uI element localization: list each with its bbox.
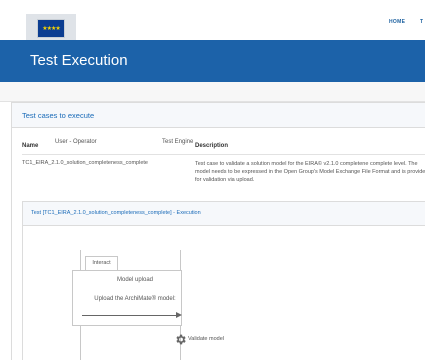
panel-title: Test cases to execute [22, 111, 95, 120]
header-divider [22, 154, 425, 155]
execution-title: Test [TC1_EIRA_2.1.0_solution_completene… [31, 210, 201, 216]
nav-home-link[interactable]: HOME [389, 19, 405, 25]
nav-next-link[interactable]: T [420, 19, 423, 25]
column-header-name: Name [22, 143, 39, 149]
message-arrow [82, 315, 180, 316]
message-model-upload: Model upload [116, 277, 154, 283]
actor-test-engine: Test Engine [162, 139, 194, 145]
gear-icon[interactable] [174, 333, 187, 346]
message-upload-archimate: Upload the ArchiMate® model: [94, 296, 176, 302]
breadcrumb-strip [0, 82, 425, 102]
test-case-description: Test case to validate a solution model f… [195, 161, 425, 183]
test-case-name[interactable]: TC1_EIRA_2.1.0_solution_completeness_com… [22, 160, 148, 166]
page-title: Test Execution [30, 52, 128, 69]
eu-logo[interactable]: ★★★★ [26, 14, 76, 42]
actor-user-operator: User - Operator [55, 139, 97, 145]
interact-fragment-tab[interactable]: Interact [85, 256, 118, 270]
step-validate-model: Validate model [188, 336, 224, 342]
panel-header: Test cases to execute [12, 103, 425, 128]
eu-flag-icon: ★★★★ [37, 19, 65, 38]
page-banner: Test Execution [0, 40, 425, 82]
execution-header: Test [TC1_EIRA_2.1.0_solution_completene… [23, 202, 425, 226]
arrow-head-icon [176, 312, 182, 318]
column-header-description: Description [195, 143, 229, 149]
top-bar: ★★★★ HOME T [0, 0, 425, 42]
